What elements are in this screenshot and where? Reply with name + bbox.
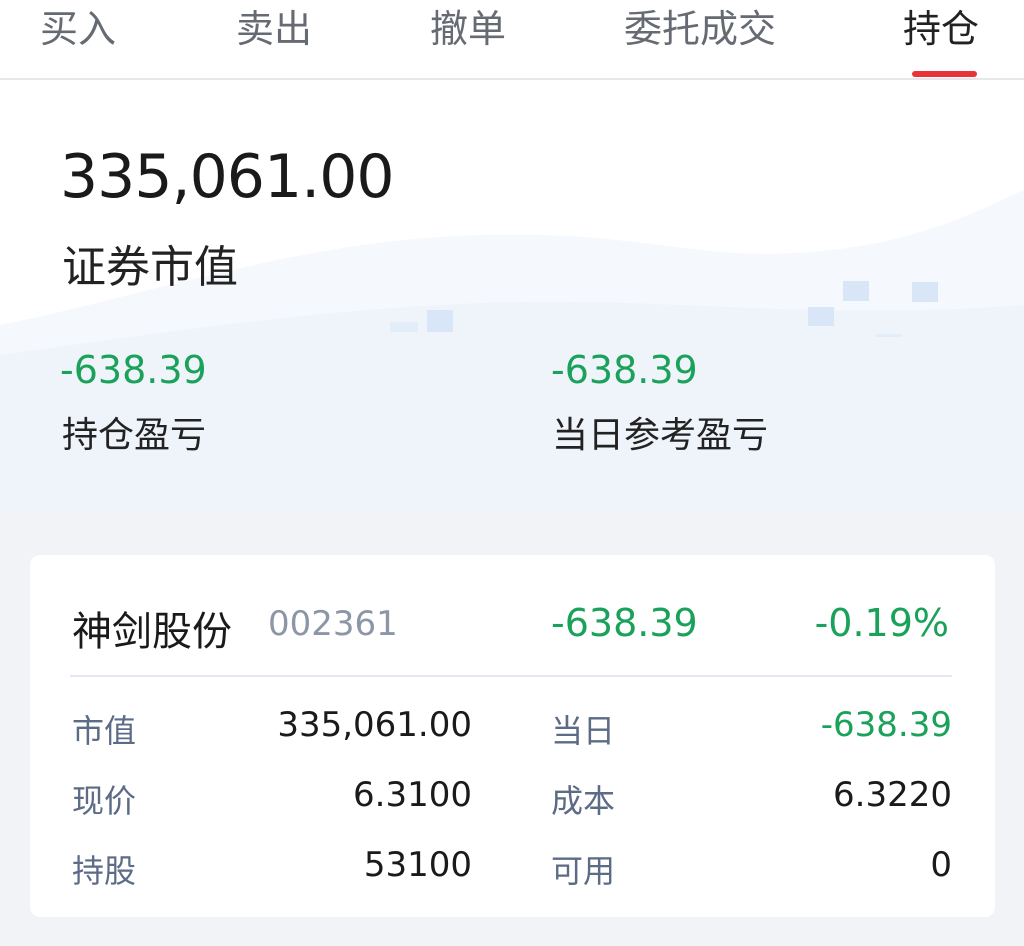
holding-row-shares: 持股 53100 可用 0 xyxy=(30,845,995,890)
daily-pnl-label: 当日参考盈亏 xyxy=(552,415,769,456)
cost-price: 6.3220 xyxy=(833,775,952,815)
stock-pnl-percent: -0.19% xyxy=(814,601,949,645)
current-price: 6.3100 xyxy=(353,775,472,815)
available-label: 可用 xyxy=(551,852,616,890)
account-summary: 335,061.00 证券市值 -638.39 持仓盈亏 -638.39 当日参… xyxy=(0,80,1024,513)
cost-label: 成本 xyxy=(551,782,616,820)
active-tab-indicator xyxy=(912,71,977,77)
securities-market-value: 335,061.00 xyxy=(60,142,395,212)
current-price-label: 现价 xyxy=(72,782,137,820)
holding-row-market-value: 市值 335,061.00 当日 -638.39 xyxy=(30,705,995,750)
stock-code: 002361 xyxy=(268,604,398,644)
position-pnl-value: -638.39 xyxy=(60,348,207,392)
stock-name: 神剑股份 xyxy=(72,609,232,655)
daily-pnl-value: -638.39 xyxy=(551,348,698,392)
tab-orders-trades[interactable]: 委托成交 xyxy=(624,4,776,54)
shares-held-label: 持股 xyxy=(72,852,137,890)
tab-buy[interactable]: 买入 xyxy=(40,4,116,54)
position-pnl-label: 持仓盈亏 xyxy=(62,415,207,456)
daily-label: 当日 xyxy=(551,712,616,750)
shares-held: 53100 xyxy=(363,845,472,885)
card-divider xyxy=(70,675,952,677)
securities-market-value-label: 证券市值 xyxy=(62,242,238,293)
market-value: 335,061.00 xyxy=(277,705,472,745)
tab-cancel-order[interactable]: 撤单 xyxy=(430,4,506,54)
trade-tab-bar: 买入 卖出 撤单 委托成交 持仓 xyxy=(0,0,1024,80)
holding-row-price: 现价 6.3100 成本 6.3220 xyxy=(30,775,995,820)
available-shares: 0 xyxy=(930,845,952,885)
daily-pnl: -638.39 xyxy=(820,705,952,745)
stock-pnl: -638.39 xyxy=(551,601,698,645)
tab-sell[interactable]: 卖出 xyxy=(236,4,312,54)
market-value-label: 市值 xyxy=(72,712,137,750)
tab-positions[interactable]: 持仓 xyxy=(903,4,979,54)
holding-card[interactable]: 神剑股份 002361 -638.39 -0.19% 市值 335,061.00… xyxy=(30,555,995,917)
